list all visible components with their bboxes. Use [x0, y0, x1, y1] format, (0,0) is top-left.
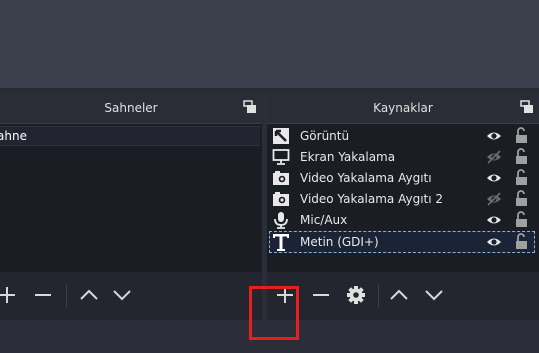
scenes-dock: Sahneler ahne: [0, 93, 262, 320]
sources-dock: Kaynaklar Görüntü Ekran Yakalama Video Y…: [267, 93, 539, 320]
move-scene-up-button[interactable]: [78, 284, 100, 306]
sources-list: Görüntü Ekran Yakalama Video Yakalama Ay…: [267, 124, 539, 272]
source-item-label: Mic/Aux: [300, 213, 348, 227]
unlocked-icon[interactable]: [514, 190, 528, 207]
hidden-eye-icon[interactable]: [486, 150, 502, 164]
remove-source-button[interactable]: [310, 284, 332, 306]
add-scene-button[interactable]: [0, 284, 18, 306]
visibility-eye-icon[interactable]: [486, 171, 502, 185]
scene-item-label: ahne: [0, 129, 27, 143]
hidden-eye-icon[interactable]: [486, 192, 502, 206]
image-icon: [272, 127, 290, 145]
visibility-eye-icon[interactable]: [486, 129, 502, 143]
unlocked-icon[interactable]: [514, 211, 528, 228]
scenes-dock-title: Sahneler: [0, 93, 262, 124]
unlocked-icon[interactable]: [514, 233, 528, 250]
source-item-label: Video Yakalama Aygıtı 2: [300, 192, 444, 206]
visibility-eye-icon[interactable]: [486, 235, 502, 249]
source-item-label: Metin (GDI+): [300, 235, 379, 249]
source-item-label: Video Yakalama Aygıtı: [300, 171, 432, 185]
text-icon: [272, 232, 290, 251]
sources-dock-title-text: Kaynaklar: [373, 101, 433, 115]
move-scene-down-button[interactable]: [111, 284, 133, 306]
source-properties-gear-icon[interactable]: [345, 284, 367, 306]
sources-dock-title: Kaynaklar: [267, 93, 539, 124]
undock-icon[interactable]: [243, 100, 257, 114]
undock-icon[interactable]: [520, 100, 534, 114]
unlocked-icon[interactable]: [514, 148, 528, 165]
microphone-icon: [272, 211, 290, 229]
source-item-label: Ekran Yakalama: [300, 150, 396, 164]
toolbar-separator: [378, 284, 379, 308]
camera-icon: [272, 169, 290, 187]
source-item-video-capture-2[interactable]: Video Yakalama Aygıtı 2: [269, 189, 535, 209]
source-item-image[interactable]: Görüntü: [269, 126, 535, 146]
visibility-eye-icon[interactable]: [486, 213, 502, 227]
move-source-up-button[interactable]: [388, 284, 410, 306]
remove-scene-button[interactable]: [32, 284, 54, 306]
scenes-dock-title-text: Sahneler: [104, 101, 158, 115]
source-item-mic-aux[interactable]: Mic/Aux: [269, 210, 535, 230]
sources-toolbar: [267, 272, 539, 320]
source-item-label: Görüntü: [300, 129, 350, 143]
unlocked-icon[interactable]: [514, 127, 528, 144]
scenes-list: ahne: [0, 124, 262, 272]
unlocked-icon[interactable]: [514, 169, 528, 186]
toolbar-separator: [66, 284, 67, 308]
camera-icon: [272, 190, 290, 208]
move-source-down-button[interactable]: [423, 284, 445, 306]
scenes-toolbar: [0, 272, 262, 320]
source-item-screen-capture[interactable]: Ekran Yakalama: [269, 147, 535, 167]
annotation-highlight-box: [249, 286, 299, 340]
source-item-video-capture[interactable]: Video Yakalama Aygıtı: [269, 168, 535, 188]
preview-area: [0, 0, 539, 88]
source-item-text-gdi[interactable]: Metin (GDI+): [269, 231, 535, 253]
scene-item[interactable]: ahne: [0, 126, 260, 146]
monitor-icon: [272, 148, 290, 166]
